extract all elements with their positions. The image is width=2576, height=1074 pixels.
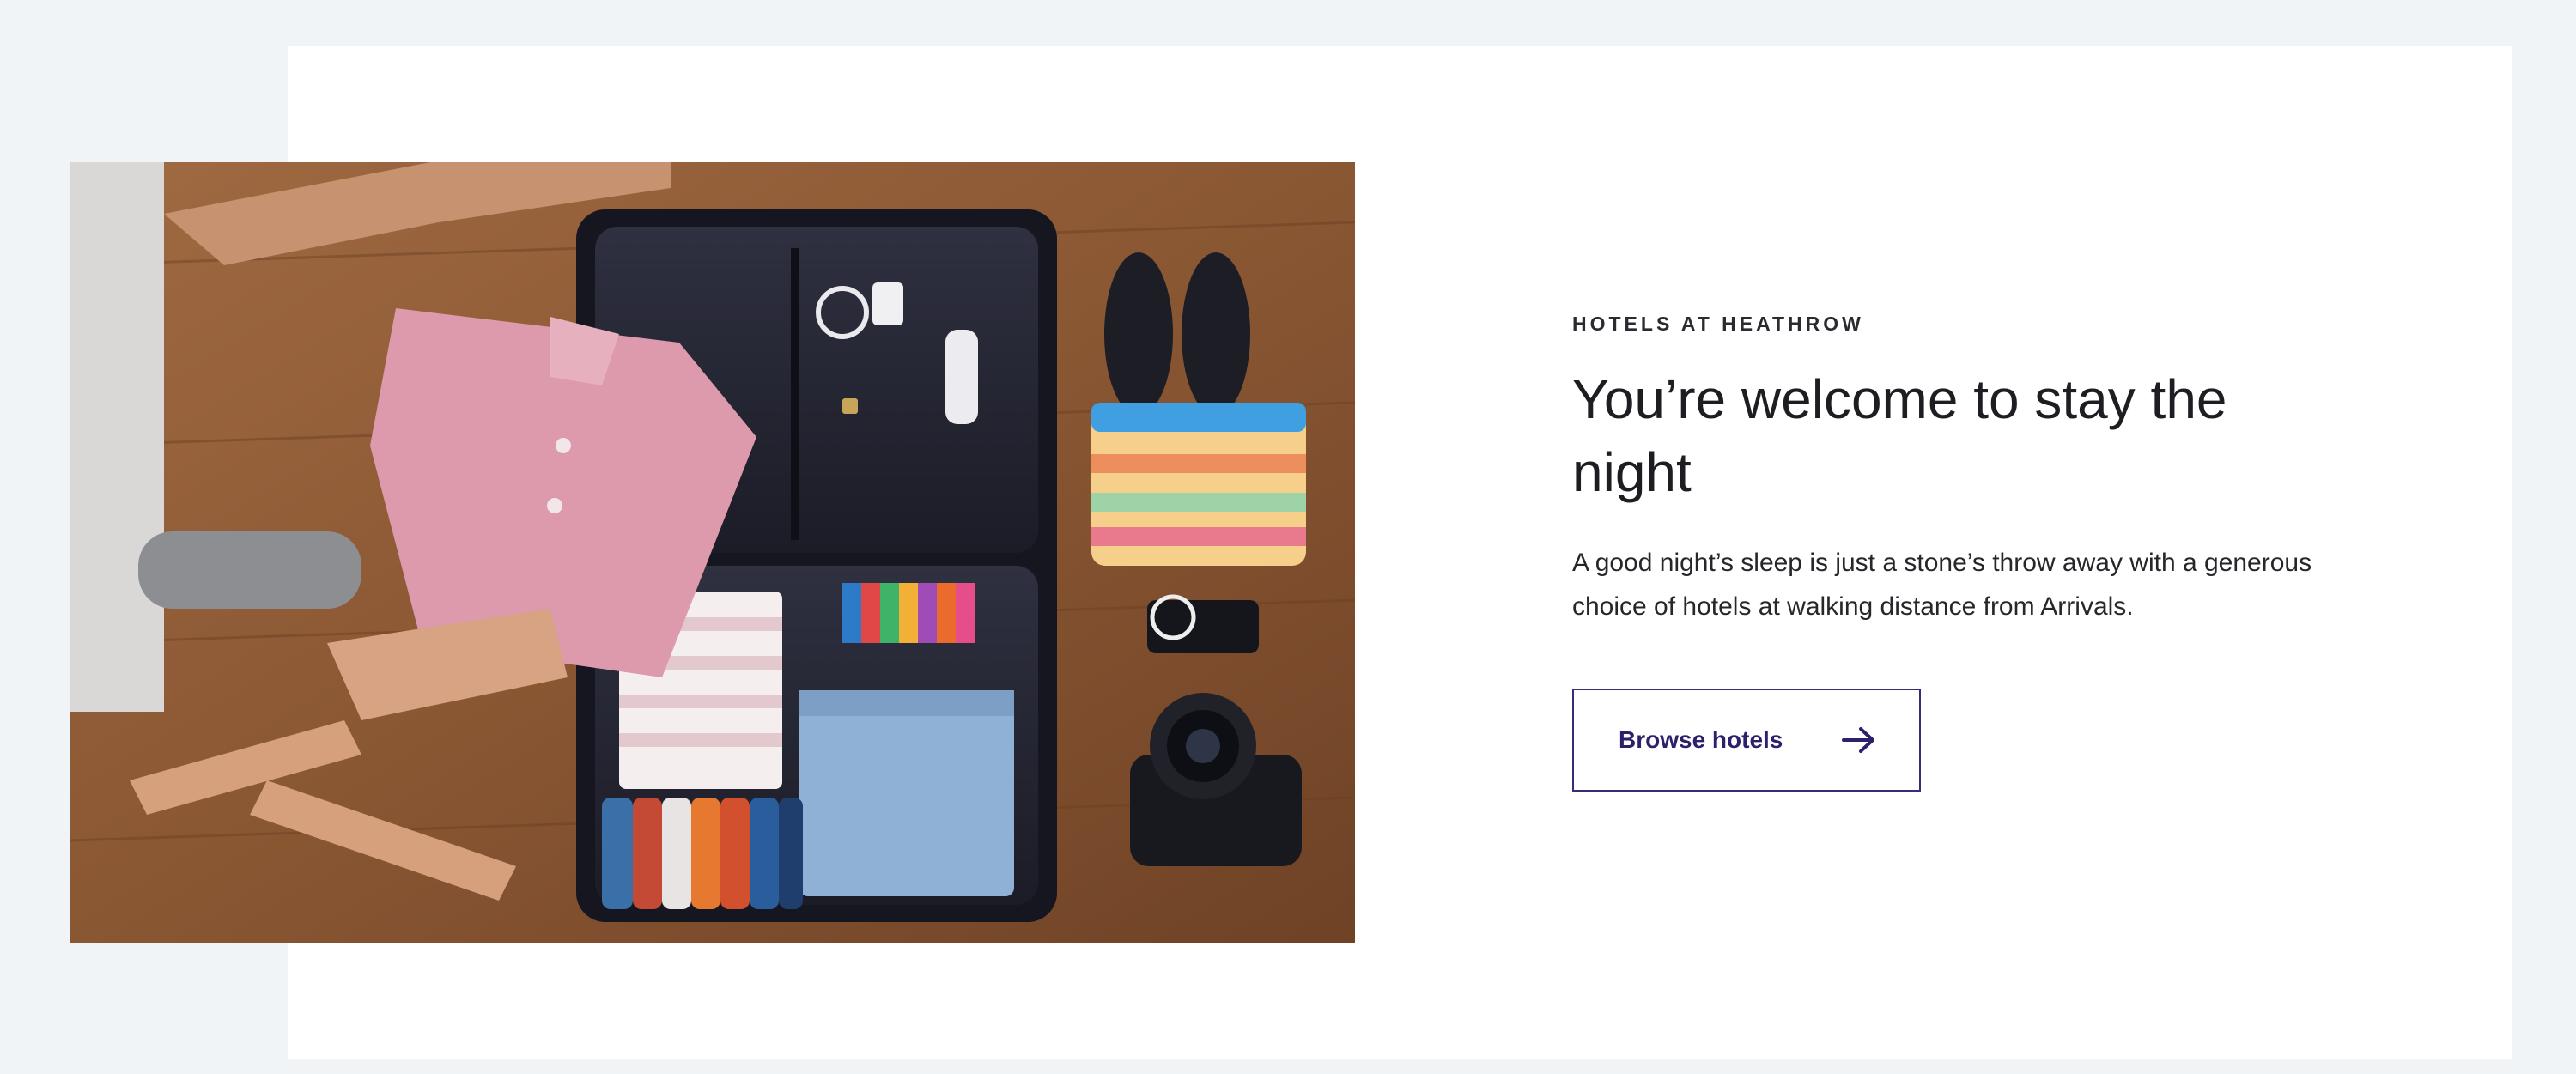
section-description: A good night’s sleep is just a stone’s t… [1572, 549, 2312, 621]
section-title: You’re welcome to stay the night [1572, 368, 2227, 503]
promo-content: HOTELS AT HEATHROW You’re welcome to sta… [1572, 309, 2345, 628]
arrow-right-icon [1842, 727, 1874, 753]
smartphone [1147, 594, 1259, 653]
swim-shorts [1091, 403, 1306, 566]
browse-hotels-label: Browse hotels [1619, 726, 1783, 753]
packing-suitcase-illustration [70, 162, 1355, 943]
browse-hotels-button[interactable]: Browse hotels [1572, 689, 1921, 792]
hero-photo [70, 162, 1355, 943]
section-eyebrow: HOTELS AT HEATHROW [1572, 312, 1864, 335]
